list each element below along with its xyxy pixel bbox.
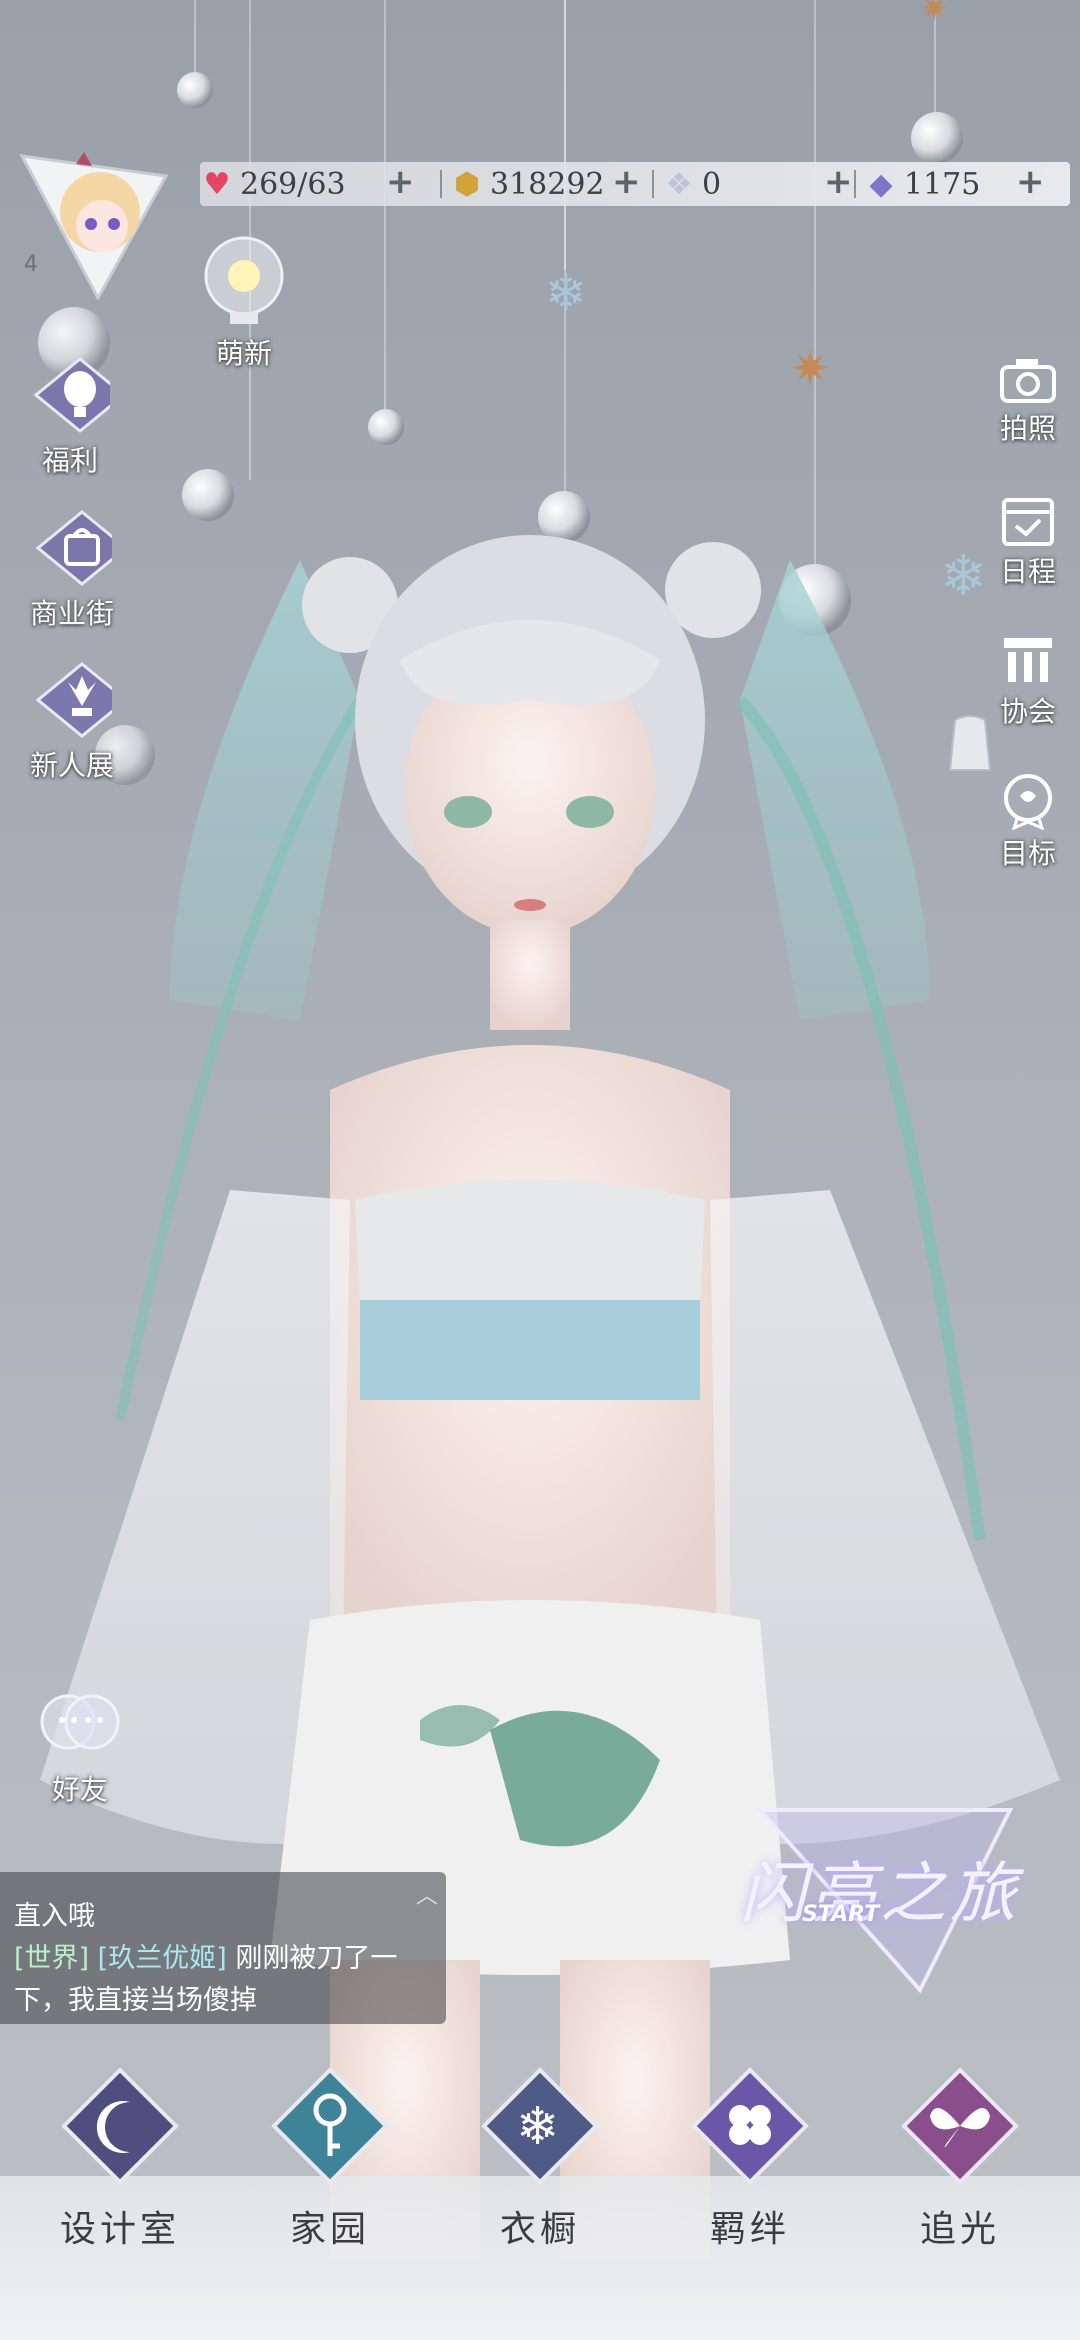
moon-icon <box>61 2067 179 2185</box>
snowflake-icon: ❄ <box>481 2067 599 2185</box>
newbie-show-label: 新人展 <box>30 749 115 782</box>
crystal-resource: ❖ 0 + <box>654 162 854 206</box>
guild-button[interactable]: 协会 <box>998 632 1058 730</box>
key-icon <box>271 2067 389 2185</box>
welfare-button[interactable]: 福利 <box>30 355 110 479</box>
friends-icon <box>40 1694 120 1750</box>
event-title: 闪亮之旅 <box>740 1855 1020 1932</box>
welfare-label: 福利 <box>41 444 98 477</box>
chat-text: 刚刚被刀了一 <box>235 1943 398 1974</box>
chat-line: 下，我直接当场傻掉 <box>14 1985 257 2016</box>
resource-bar: ♥ 269/63 + ⬢ 318292 + ❖ 0 + ◆ 1175 + <box>200 162 1070 206</box>
diamond-icon: ◆ <box>869 166 893 202</box>
clover-icon <box>691 2067 809 2185</box>
goals-label: 目标 <box>999 837 1056 870</box>
schedule-label: 日程 <box>999 555 1056 588</box>
camera-icon <box>1000 359 1056 403</box>
heart-icon: ♥ <box>203 166 231 202</box>
add-stamina-button[interactable]: + <box>386 162 415 202</box>
schedule-button[interactable]: 日程 <box>998 492 1058 590</box>
friends-button[interactable]: 好友 <box>30 1680 130 1808</box>
guild-label: 协会 <box>999 695 1056 728</box>
nav-home-label: 家园 <box>289 2209 370 2250</box>
gold-coin-icon: ⬢ <box>453 166 481 202</box>
newbie-label: 萌新 <box>215 337 272 370</box>
chat-channel: [世界] <box>14 1943 90 1974</box>
event-subtitle: START <box>802 1902 880 1927</box>
add-gold-button[interactable]: + <box>612 162 641 202</box>
add-diamond-button[interactable]: + <box>1016 162 1045 202</box>
chat-line: 直入哦 <box>14 1901 95 1932</box>
svg-text:✷: ✷ <box>920 0 949 29</box>
gold-resource: ⬢ 318292 + <box>442 162 652 206</box>
nav-home[interactable]: 家园 <box>250 2066 410 2252</box>
medal-icon <box>1004 774 1052 830</box>
friends-label: 好友 <box>51 1773 108 1806</box>
hot-air-balloon-icon <box>33 357 110 433</box>
goals-button[interactable]: 目标 <box>998 770 1058 872</box>
player-level: 4 <box>24 252 38 277</box>
gold-value: 318292 <box>490 166 605 202</box>
newbie-show-button[interactable]: 新人展 <box>30 660 114 784</box>
shopping-bag-icon <box>35 510 112 586</box>
add-crystal-button[interactable]: + <box>824 162 853 202</box>
butterfly-icon <box>901 2067 1019 2185</box>
photo-button[interactable]: 拍照 <box>998 355 1058 447</box>
crystal-value: 0 <box>702 166 722 202</box>
shop-street-button[interactable]: 商业街 <box>30 508 114 632</box>
nav-chase-label: 追光 <box>919 2209 1000 2250</box>
event-banner[interactable]: 闪亮之旅 START <box>740 1780 1020 2020</box>
game-scene: ❄ ❄ ✷ ✷ 4 ♥ 269/63 + ⬢ 318292 + ❖ 0 + ◆ … <box>0 0 1080 2340</box>
svg-text:✷: ✷ <box>790 341 830 397</box>
diamond-value: 1175 <box>904 166 981 202</box>
nav-wardrobe[interactable]: ❄ 衣橱 <box>460 2066 620 2252</box>
nav-bond[interactable]: 羁绊 <box>670 2066 830 2252</box>
nav-bond-label: 羁绊 <box>709 2209 790 2250</box>
diamond-resource: ◆ 1175 + <box>856 162 1046 206</box>
chat-line-truncated <box>14 1878 432 1896</box>
shop-street-label: 商业街 <box>30 597 115 630</box>
stamina-resource: ♥ 269/63 + <box>200 162 440 206</box>
stamina-value: 269/63 <box>240 166 346 202</box>
newbie-button[interactable]: 萌新 <box>196 232 292 372</box>
nav-chase[interactable]: 追光 <box>880 2066 1040 2252</box>
nav-wardrobe-label: 衣橱 <box>499 2209 580 2250</box>
svg-text:❄: ❄ <box>545 264 587 322</box>
crystal-icon: ❖ <box>665 166 693 202</box>
chat-panel[interactable]: ︿ 直入哦 [世界] [玖兰优姬] 刚刚被刀了一 下，我直接当场傻掉 <box>0 1872 446 2024</box>
snow-globe-icon <box>204 236 284 324</box>
building-icon <box>1004 638 1052 682</box>
chat-line: [世界] [玖兰优姬] 刚刚被刀了一 <box>14 1938 432 1980</box>
chat-sender[interactable]: [玖兰优姬] <box>98 1943 227 1974</box>
calendar-check-icon <box>1002 498 1054 546</box>
chevron-up-icon[interactable]: ︿ <box>416 1878 438 1910</box>
photo-label: 拍照 <box>999 412 1056 445</box>
player-avatar[interactable] <box>18 150 169 302</box>
svg-text:❄: ❄ <box>516 2097 560 2157</box>
nav-design[interactable]: 设计室 <box>40 2066 200 2252</box>
trophy-icon <box>35 662 112 738</box>
nav-design-label: 设计室 <box>59 2209 180 2250</box>
svg-text:❄: ❄ <box>940 544 987 609</box>
